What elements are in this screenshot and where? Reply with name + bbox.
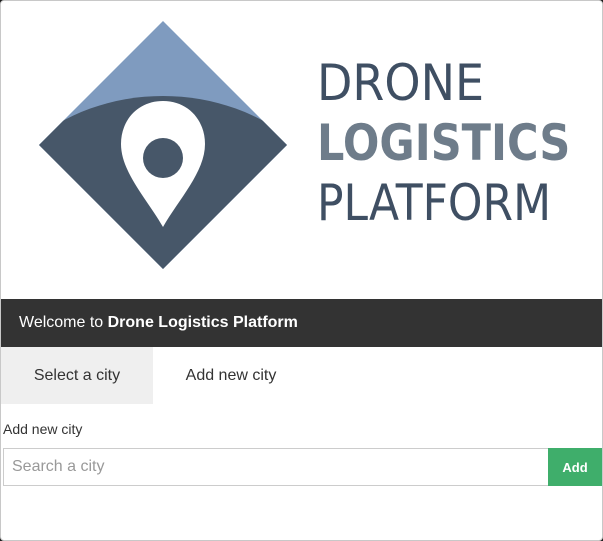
tab-select-city[interactable]: Select a city [1, 347, 153, 404]
logo-line-logistics: LOGISTICS [317, 114, 571, 172]
tab-bar: Select a city Add new city [1, 347, 602, 404]
welcome-prefix: Welcome to [19, 314, 108, 331]
city-dialog: DRONE LOGISTICS PLATFORM Welcome to Dron… [0, 0, 603, 541]
logo-wordmark: DRONE LOGISTICS PLATFORM [317, 53, 602, 233]
logo-line-drone: DRONE [317, 54, 485, 112]
add-button[interactable]: Add [548, 448, 602, 486]
logo-line-platform: PLATFORM [317, 174, 552, 232]
logo-area: DRONE LOGISTICS PLATFORM [1, 1, 602, 299]
add-city-label: Add new city [3, 421, 83, 437]
drone-logo-icon [39, 21, 287, 269]
welcome-header: Welcome to Drone Logistics Platform [1, 299, 602, 347]
welcome-app-name: Drone Logistics Platform [107, 314, 298, 331]
tab-add-new-city[interactable]: Add new city [153, 347, 309, 404]
city-search-input[interactable] [3, 448, 548, 486]
